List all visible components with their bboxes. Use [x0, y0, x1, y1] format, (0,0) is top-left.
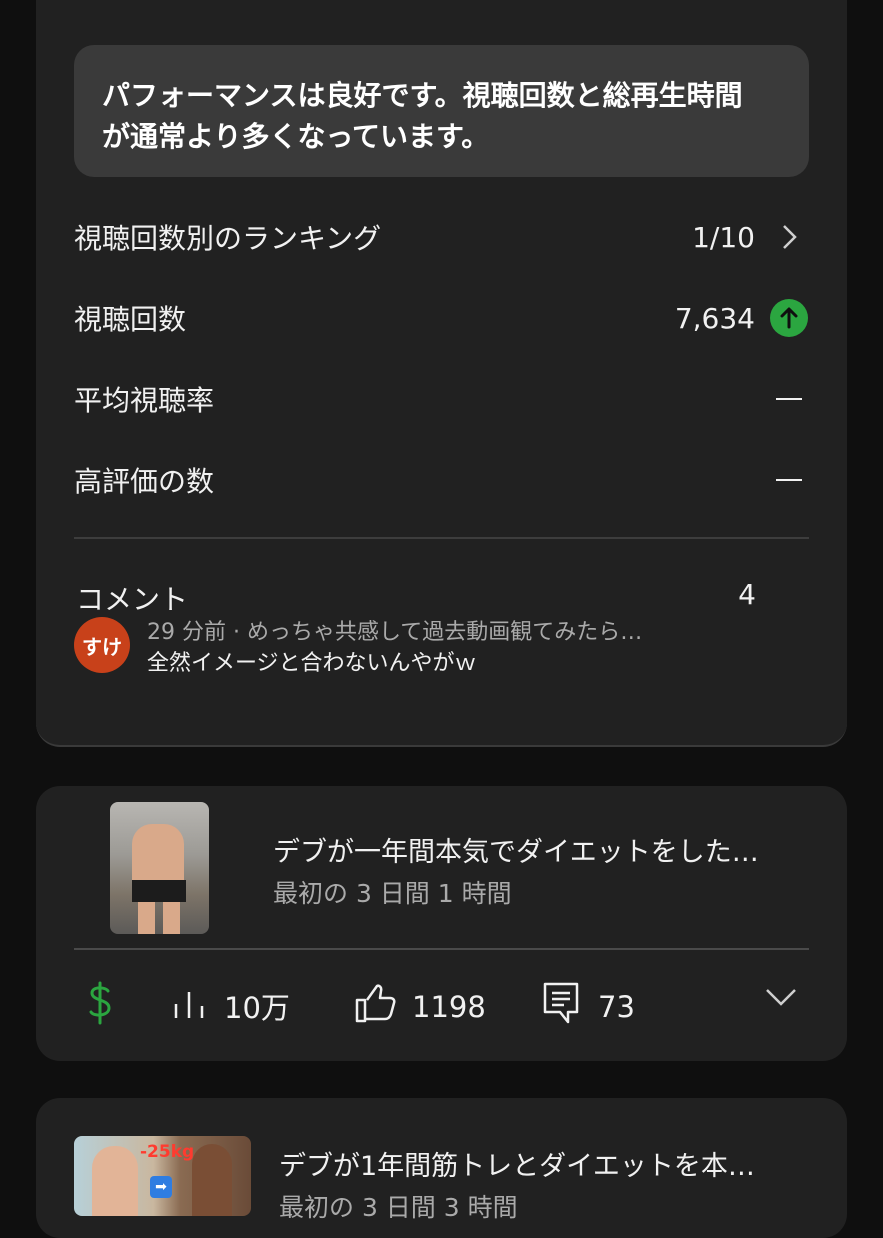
performance-insight: パフォーマンスは良好です。視聴回数と総再生時間 が通常より多くなっています。	[74, 45, 809, 177]
comment-meta: 29 分前 · めっちゃ共感して過去動画観てみたら…	[147, 620, 643, 645]
divider	[74, 948, 809, 950]
video-insights-card: パフォーマンスは良好です。視聴回数と総再生時間 が通常より多くなっています。 視…	[36, 0, 847, 747]
video-title[interactable]: デブが1年間筋トレとダイエットを本…	[279, 1144, 755, 1183]
views-label: 視聴回数	[74, 303, 187, 336]
video-title[interactable]: デブが一年間本気でダイエットをした…	[273, 830, 759, 869]
likes-row: 高評価の数	[74, 450, 809, 510]
comments-stat[interactable]: 73	[542, 981, 635, 1032]
comments-label: コメント	[76, 583, 189, 616]
video-subtitle: 最初の 3 日間 1 時間	[273, 879, 512, 908]
arrow-up-icon	[769, 298, 809, 338]
comments-count-stat: 73	[598, 989, 635, 1024]
comments-header[interactable]: コメント 4	[76, 578, 756, 618]
avatar[interactable]: すけ	[74, 617, 130, 673]
avg-view-rate-row: 平均視聴率	[74, 369, 809, 429]
comments-count: 4	[738, 578, 756, 611]
thumbnail-caption: -25kg	[140, 1142, 195, 1162]
video-thumbnail[interactable]: -25kg ➡	[74, 1136, 251, 1216]
video-thumbnail[interactable]	[110, 802, 209, 934]
ranking-row[interactable]: 視聴回数別のランキング 1/10	[74, 207, 809, 267]
dollar-icon[interactable]	[86, 981, 114, 1035]
chevron-down-icon[interactable]	[764, 987, 798, 1011]
thumbs-up-icon	[354, 983, 396, 1030]
video-subtitle: 最初の 3 日間 3 時間	[279, 1193, 518, 1222]
views-value: 7,634	[674, 301, 755, 335]
likes-label: 高評価の数	[74, 465, 215, 498]
views-row: 視聴回数 7,634	[74, 288, 809, 348]
views-stat[interactable]: 10万	[172, 985, 290, 1027]
likes-value	[769, 460, 809, 500]
avg-view-rate-value	[769, 379, 809, 419]
video-card[interactable]: デブが一年間本気でダイエットをした… 最初の 3 日間 1 時間 10万 119…	[36, 786, 847, 1061]
comment-text: 全然イメージと合わないんやがｗ	[147, 651, 477, 676]
ranking-value: 1/10	[692, 220, 755, 254]
video-stats: 10万 1198 73	[36, 981, 847, 1031]
likes-stat[interactable]: 1198	[354, 983, 486, 1030]
chevron-right-icon[interactable]	[769, 217, 809, 257]
divider	[74, 537, 809, 539]
comment-icon	[542, 981, 580, 1032]
avg-view-rate-label: 平均視聴率	[74, 384, 215, 417]
insight-line-1: パフォーマンスは良好です。視聴回数と総再生時間	[102, 79, 743, 112]
arrow-right-icon: ➡	[150, 1176, 172, 1198]
views-count: 10万	[224, 991, 290, 1025]
bar-chart-icon	[172, 986, 206, 1027]
video-card[interactable]: -25kg ➡ デブが1年間筋トレとダイエットを本… 最初の 3 日間 3 時間	[36, 1098, 847, 1238]
ranking-label: 視聴回数別のランキング	[74, 222, 382, 255]
latest-comment[interactable]: 29 分前 · めっちゃ共感して過去動画観てみたら… 全然イメージと合わないんや…	[147, 617, 642, 679]
likes-count: 1198	[412, 989, 486, 1024]
insight-line-2: が通常より多くなっています。	[102, 120, 490, 153]
